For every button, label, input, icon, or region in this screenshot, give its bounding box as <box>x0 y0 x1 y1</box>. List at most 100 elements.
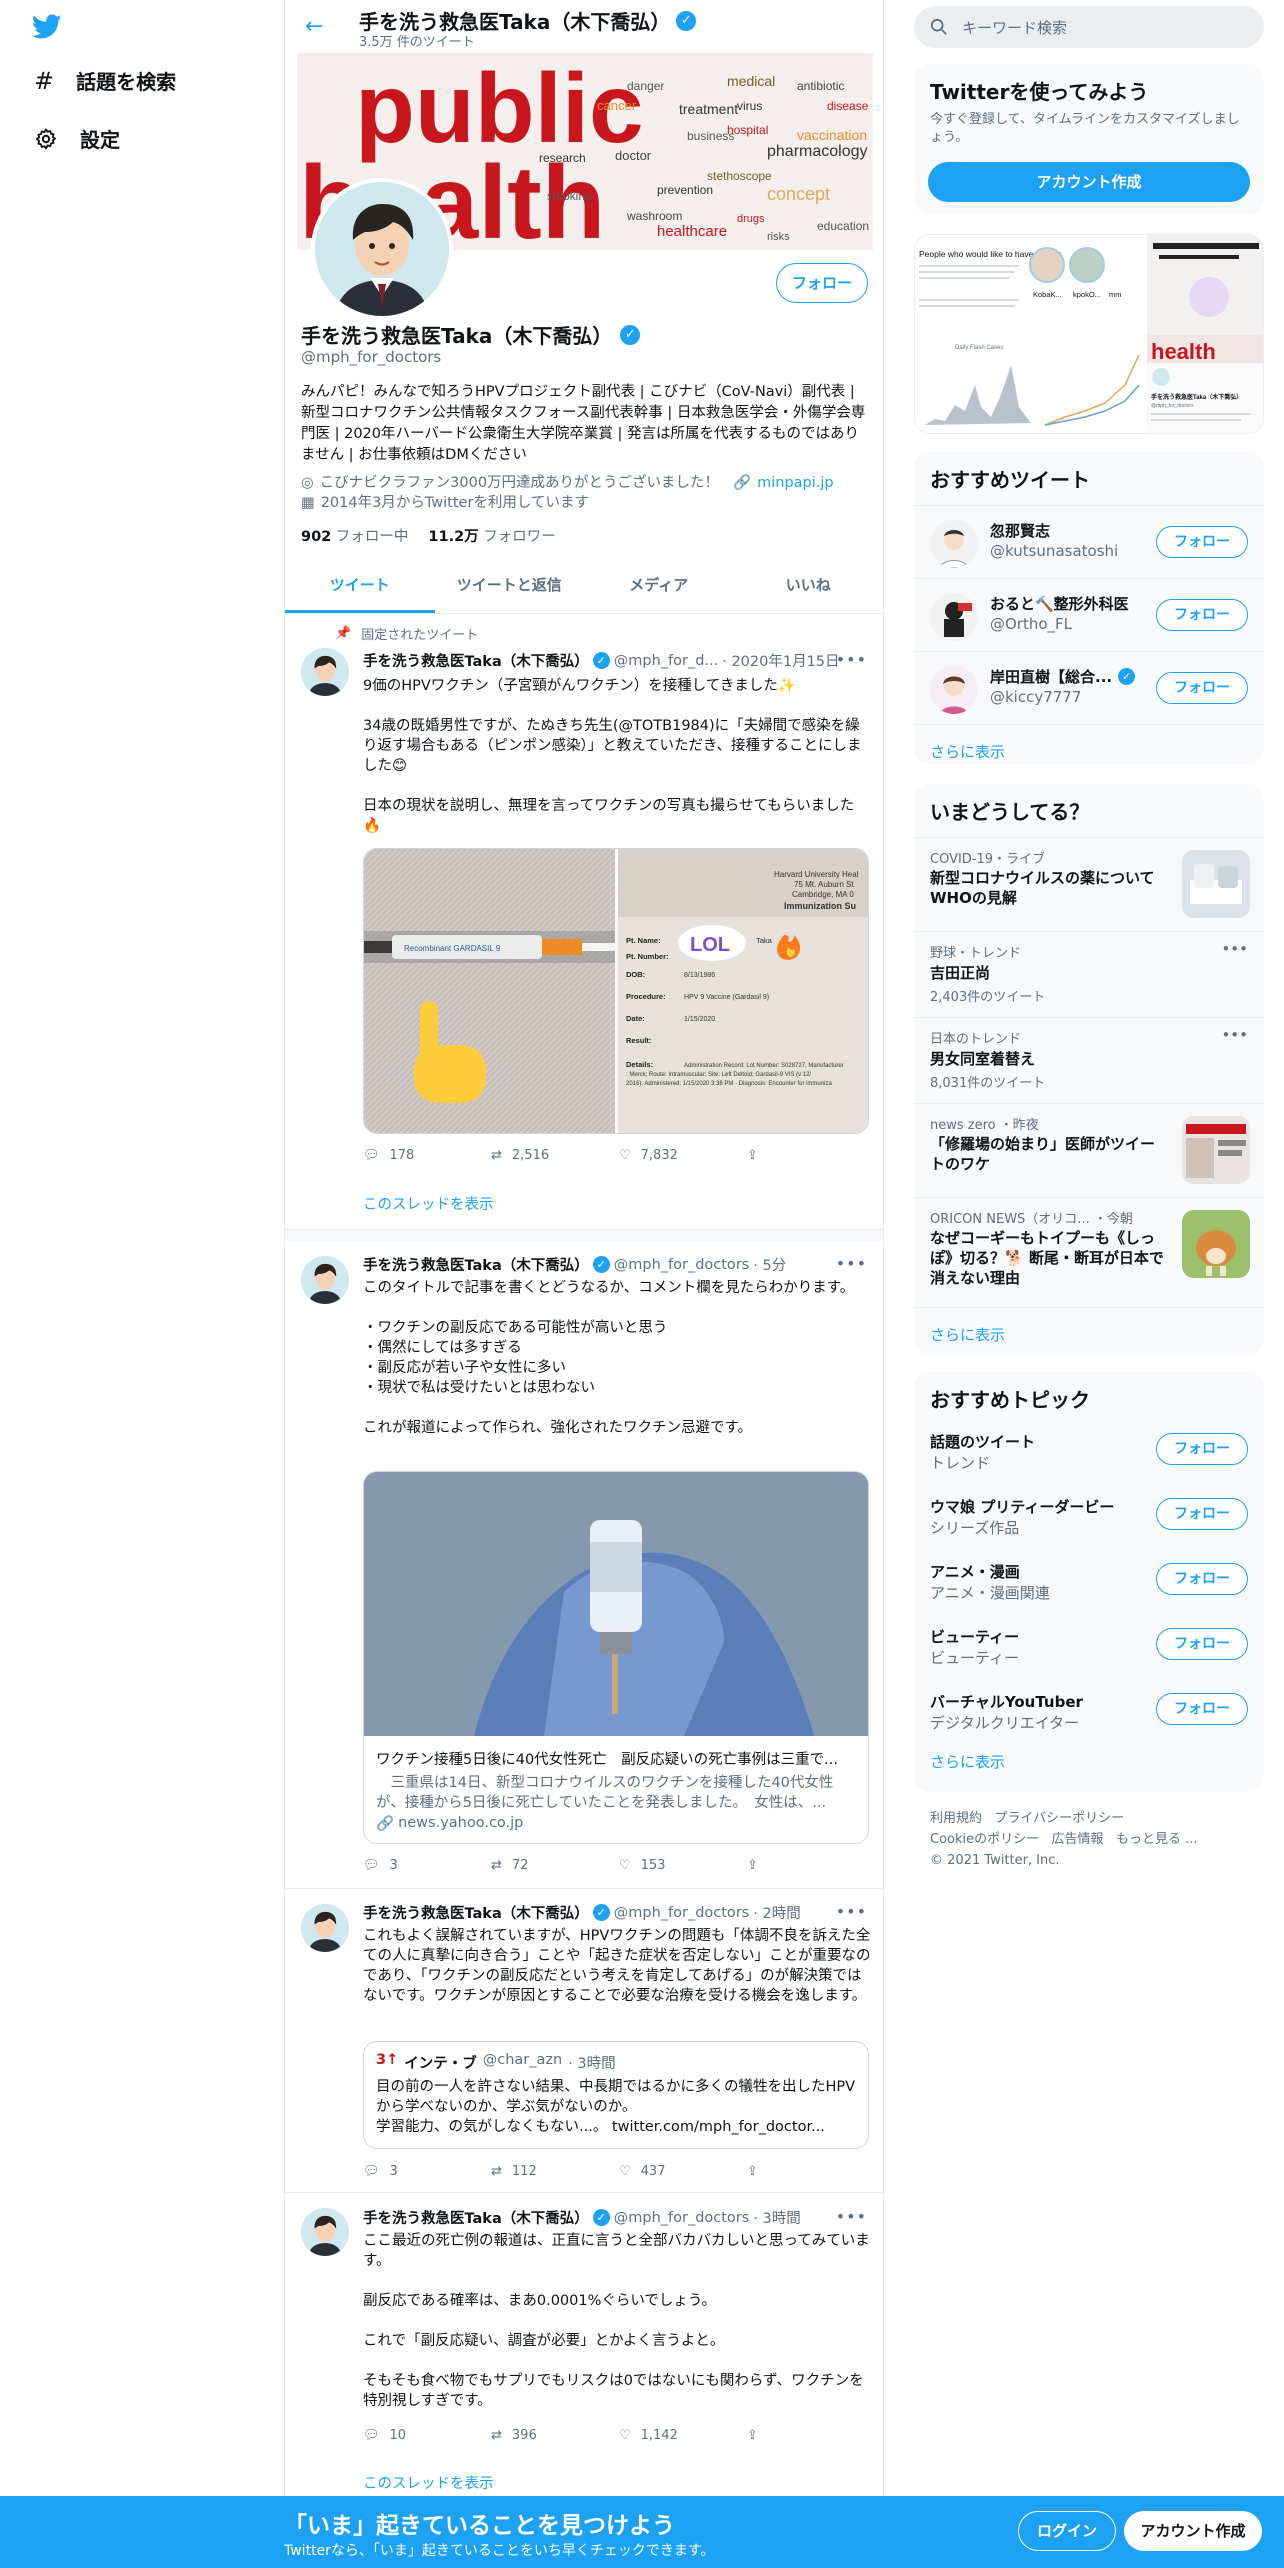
topic-item[interactable]: ビューティー ビューティー フォロー <box>914 1620 1264 1685</box>
profile-link[interactable]: minpapi.jp <box>757 473 834 493</box>
topic-item[interactable]: 話題のツイート トレンド フォロー <box>914 1425 1264 1490</box>
tab-tweets[interactable]: ツイート <box>285 558 435 613</box>
back-arrow-icon[interactable]: ← <box>305 14 323 39</box>
trend-item[interactable]: ORICON NEWS（オリコ... ・今朝 なぜコーギーもトイプーも《しっぽ》… <box>914 1197 1264 1307</box>
footer-link-privacy[interactable]: プライバシーポリシー <box>994 1811 1124 1826</box>
tweet-time[interactable]: · 2020年1月15日 <box>722 650 839 671</box>
like-button[interactable]: ♡ 7,832 <box>619 1148 747 1163</box>
reply-button[interactable]: 💬︎ 3 <box>363 1858 491 1873</box>
tweet-media[interactable]: Recombinant GARDASIL 9 Harvard Universit… <box>363 848 869 1134</box>
followers-label: フォロワー <box>483 529 556 545</box>
suggested-user[interactable]: 忽那賢志 @kutsunasatoshi フォロー <box>914 505 1264 578</box>
trend-count: 8,031件のツイート <box>930 1076 1046 1091</box>
quoted-tweet[interactable]: 3↑ インテ・ブ @char_azn · 3時間 目の前の一人を許さない結果、中… <box>363 2041 869 2149</box>
tweet-handle[interactable]: @mph_for_d... <box>614 653 719 669</box>
topic-follow-button[interactable]: フォロー <box>1156 1563 1248 1595</box>
tweet-handle[interactable]: @mph_for_doctors <box>614 2210 750 2226</box>
show-thread-link[interactable]: このスレッドを表示 <box>363 2472 494 2493</box>
topic-follow-button[interactable]: フォロー <box>1156 1433 1248 1465</box>
footer-link-ads[interactable]: 広告情報 <box>1052 1832 1104 1847</box>
tab-media[interactable]: メディア <box>584 558 734 613</box>
reply-icon: 💬︎ <box>363 2428 380 2443</box>
tab-likes[interactable]: いいね <box>734 558 884 613</box>
tweet-avatar[interactable] <box>301 2208 349 2256</box>
tweet-handle[interactable]: @mph_for_doctors <box>614 1257 750 1273</box>
trend-item[interactable]: news zero ・昨夜 「修羅場の始まり」医師がツイートのワケ <box>914 1103 1264 1197</box>
tweet-time[interactable]: · 3時間 <box>753 2207 800 2228</box>
tweet-author-name[interactable]: 手を洗う救急医Taka（木下喬弘） <box>363 1902 589 1923</box>
suggested-user[interactable]: 岸田直樹【総合... ✓ @kiccy7777 フォロー <box>914 651 1264 724</box>
tweet-author-name[interactable]: 手を洗う救急医Taka（木下喬弘） <box>363 1254 589 1275</box>
tweet-time[interactable]: · 5分 <box>753 1254 786 1275</box>
more-options-icon[interactable]: ••• <box>1221 940 1248 958</box>
share-button[interactable]: ⇪ <box>747 1148 787 1163</box>
topic-name: 話題のツイート <box>930 1433 1036 1451</box>
profile-follow-button[interactable]: フォロー <box>776 263 868 303</box>
footer-link-cookies[interactable]: Cookieのポリシー <box>930 1832 1039 1847</box>
like-button[interactable]: ♡ 437 <box>619 2164 747 2179</box>
more-options-icon[interactable]: ••• <box>836 650 867 669</box>
footer-link-more[interactable]: もっと見る ... <box>1116 1832 1198 1847</box>
retweet-button[interactable]: ⇄ 396 <box>491 2428 619 2443</box>
like-button[interactable]: ♡ 1,142 <box>619 2428 747 2443</box>
topic-follow-button[interactable]: フォロー <box>1156 1498 1248 1530</box>
share-button[interactable]: ⇪ <box>747 2164 787 2179</box>
tweet-avatar[interactable] <box>301 1904 349 1952</box>
tab-tweets-replies[interactable]: ツイートと返信 <box>435 558 585 613</box>
tweet-handle[interactable]: @mph_for_doctors <box>614 1905 750 1921</box>
retweet-button[interactable]: ⇄ 72 <box>491 1858 619 1873</box>
trend-thumbnail <box>1182 1210 1250 1278</box>
follow-button[interactable]: フォロー <box>1156 526 1248 558</box>
create-account-button[interactable]: アカウント作成 <box>928 162 1250 202</box>
share-button[interactable]: ⇪ <box>747 2428 787 2443</box>
trend-item[interactable]: 野球・トレンド 吉田正尚 2,403件のツイート ••• <box>914 931 1264 1017</box>
show-more-link[interactable]: さらに表示 <box>914 724 1264 764</box>
show-thread-link[interactable]: このスレッドを表示 <box>363 1193 494 1214</box>
suggested-user[interactable]: おると🔨整形外科医 @Ortho_FL フォロー <box>914 578 1264 651</box>
tweet-author-name[interactable]: 手を洗う救急医Taka（木下喬弘） <box>363 650 589 671</box>
profile-tabs: ツイート ツイートと返信 メディア いいね <box>285 558 883 614</box>
more-options-icon[interactable]: ••• <box>1221 1026 1248 1044</box>
signup-button[interactable]: アカウント作成 <box>1124 2511 1262 2551</box>
footer-link-terms[interactable]: 利用規約 <box>930 1811 982 1826</box>
trend-item[interactable]: COVID-19・ライブ 新型コロナウイルスの薬についてWHOの見解 <box>914 837 1264 931</box>
followers-count[interactable]: 11.2万 フォロワー <box>428 525 555 546</box>
topic-follow-button[interactable]: フォロー <box>1156 1693 1248 1725</box>
topic-follow-button[interactable]: フォロー <box>1156 1628 1248 1660</box>
twitter-logo-icon[interactable] <box>32 14 62 40</box>
share-button[interactable]: ⇪ <box>747 1858 787 1873</box>
more-options-icon[interactable]: ••• <box>836 1902 867 1921</box>
show-more-link[interactable]: さらに表示 <box>914 1747 1264 1788</box>
show-more-link[interactable]: さらに表示 <box>914 1307 1264 1354</box>
follow-button[interactable]: フォロー <box>1156 599 1248 631</box>
reply-button[interactable]: 💬︎ 178 <box>363 1148 491 1163</box>
media-preview[interactable]: People who would like to have a baby Kob… <box>914 234 1264 434</box>
nav-settings[interactable]: 設定 <box>34 124 120 153</box>
reply-button[interactable]: 💬︎ 3 <box>363 2164 491 2179</box>
topic-item[interactable]: アニメ・漫画 アニメ・漫画関連 フォロー <box>914 1555 1264 1620</box>
following-count[interactable]: 902 フォロー中 <box>301 525 408 546</box>
nav-explore[interactable]: # 話題を検索 <box>34 66 176 95</box>
trend-item[interactable]: 日本のトレンド 男女同室着替え 8,031件のツイート ••• <box>914 1017 1264 1103</box>
reply-button[interactable]: 💬︎ 10 <box>363 2428 491 2443</box>
more-options-icon[interactable]: ••• <box>836 2207 867 2226</box>
link-card[interactable]: ワクチン接種5日後に40代女性死亡 副反応疑いの死亡事例は三重で... 三重県は… <box>363 1471 869 1844</box>
follow-button[interactable]: フォロー <box>1156 672 1248 704</box>
topic-name: ウマ娘 プリティーダービー <box>930 1498 1115 1516</box>
tweet-avatar[interactable] <box>301 1256 349 1304</box>
tweet-author-name[interactable]: 手を洗う救急医Taka（木下喬弘） <box>363 2207 589 2228</box>
like-button[interactable]: ♡ 153 <box>619 1858 747 1873</box>
tweet-time[interactable]: · 2時間 <box>753 1902 800 1923</box>
verified-badge-icon: ✓ <box>592 2209 610 2226</box>
topic-sub: トレンド <box>930 1454 991 1472</box>
more-options-icon[interactable]: ••• <box>836 1254 867 1273</box>
tweet-avatar[interactable] <box>301 648 349 696</box>
retweet-button[interactable]: ⇄ 2,516 <box>491 1148 619 1163</box>
login-button[interactable]: ログイン <box>1018 2511 1116 2551</box>
retweet-button[interactable]: ⇄ 112 <box>491 2164 619 2179</box>
topic-item[interactable]: ウマ娘 プリティーダービー シリーズ作品 フォロー <box>914 1490 1264 1555</box>
profile-avatar[interactable] <box>311 178 453 320</box>
calendar-icon: ▦ <box>301 495 315 511</box>
search-input[interactable]: キーワード検索 <box>914 6 1264 48</box>
topic-item[interactable]: バーチャルYouTuber デジタルクリエイター フォロー <box>914 1685 1264 1747</box>
